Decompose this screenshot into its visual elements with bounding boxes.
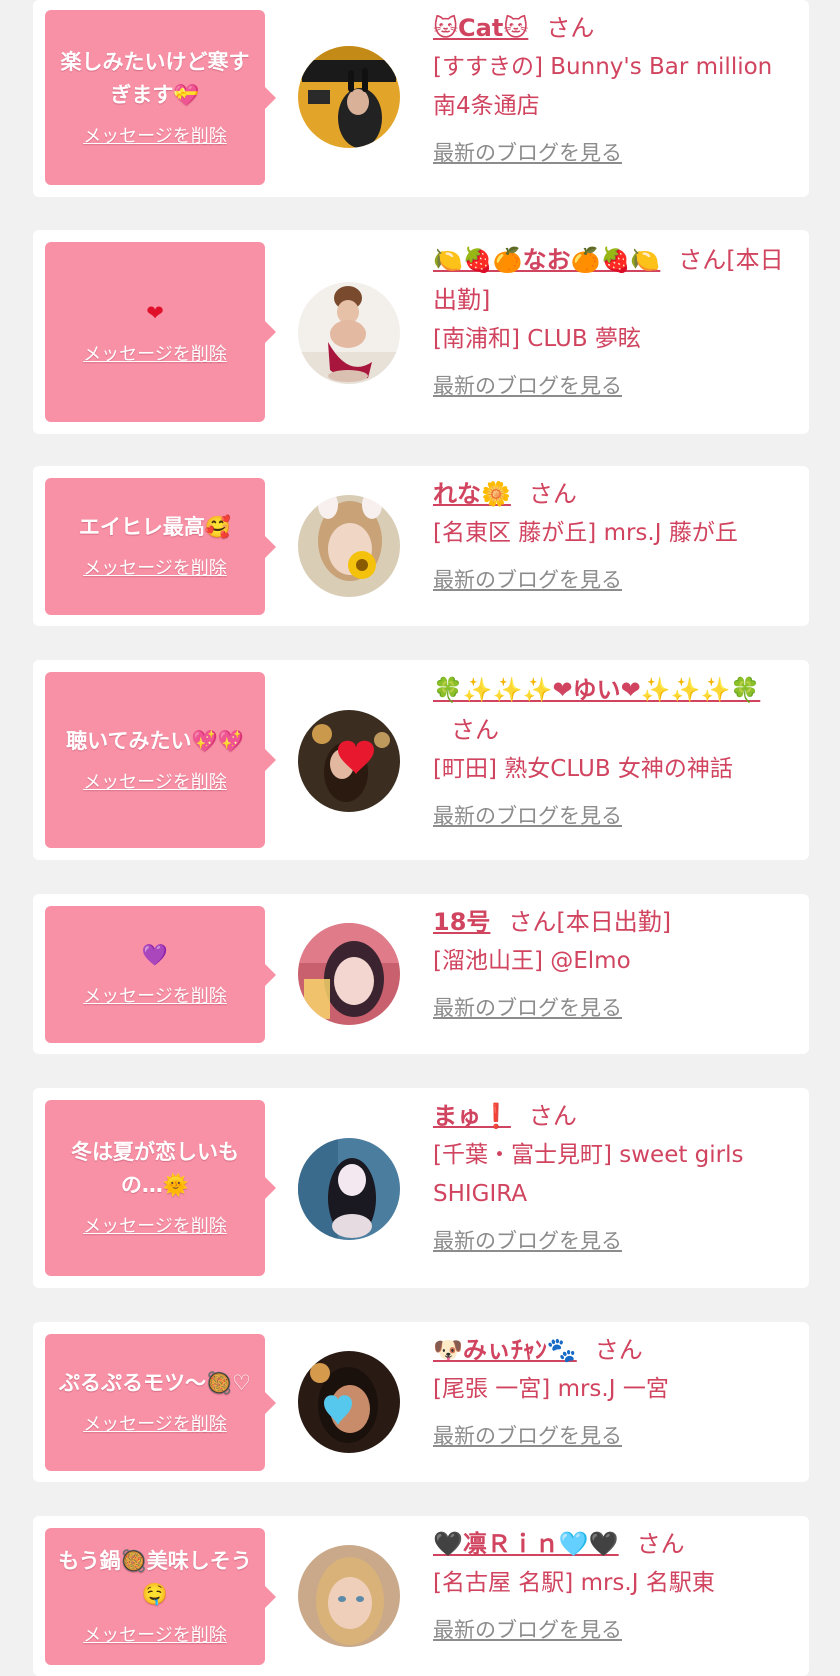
list-item: 冬は夏が恋しいもの…🌞 メッセージを削除 まゅ❗ さん [千葉・富士見町] swe… [33,1088,809,1288]
cast-name-line: 🖤凛Ｒｉｎ🩵🖤 さん [433,1524,799,1564]
cast-name-line: 🐱Cat🐱 さん [433,8,799,48]
cast-name-line: まゅ❗ さん [433,1096,799,1136]
avatar[interactable] [298,1545,400,1647]
latest-blog-link[interactable]: 最新のブログを見る [433,1421,622,1451]
cast-name-line: 🐶みぃﾁｬﾝ🐾 さん [433,1330,799,1370]
shop-name: [町田] 熟女CLUB 女神の神話 [433,756,733,782]
delete-message-link[interactable]: メッセージを削除 [83,342,227,368]
cast-name-link[interactable]: 🍀✨✨✨❤ゆい❤✨✨✨🍀 [433,676,760,704]
cast-name-link[interactable]: 🐱Cat🐱 [433,14,528,42]
latest-blog-link[interactable]: 最新のブログを見る [433,565,622,595]
shop-name: [溜池山王] @Elmo [433,948,631,974]
cast-suffix: さん [594,1336,643,1364]
cast-name-link[interactable]: れな🌼 [433,480,511,508]
message-list: 楽しみたいけど寒すぎます💝 メッセージを削除 🐱Cat🐱 さん [すすきの] Bu… [0,0,840,1676]
avatar[interactable] [298,46,400,148]
message-text: もう鍋🥘美味しそう🤤 [58,1548,252,1606]
latest-blog-link[interactable]: 最新のブログを見る [433,371,622,401]
shop-name: [千葉・富士見町] sweet girls SHIGIRA [433,1142,744,1207]
avatar[interactable] [298,710,400,812]
cast-suffix: さん [528,1102,577,1130]
latest-blog-link[interactable]: 最新のブログを見る [433,1226,622,1256]
latest-blog-link[interactable]: 最新のブログを見る [433,138,622,168]
message-text: 楽しみたいけど寒すぎます💝 [60,49,250,107]
cast-name-link[interactable]: 🖤凛Ｒｉｎ🩵🖤 [433,1530,619,1558]
avatar[interactable] [298,282,400,384]
cast-suffix: さん [546,14,595,42]
shop-name: [名古屋 名駅] mrs.J 名駅東 [433,1570,715,1596]
cast-suffix: さん [528,480,577,508]
avatar[interactable] [298,923,400,1025]
delete-message-link[interactable]: メッセージを削除 [83,1412,227,1438]
cast-name-line: 18号 さん[本日出勤] [433,902,799,942]
cast-info: 🍋🍓🍊なお🍊🍓🍋 さん[本日出勤] [南浦和] CLUB 夢眩 最新のブログを見る [433,240,799,401]
message-text: 聴いてみたい💖💖 [66,728,244,753]
latest-blog-link[interactable]: 最新のブログを見る [433,1615,622,1645]
avatar[interactable] [298,1351,400,1453]
list-item: ❤ メッセージを削除 🍋🍓🍊なお🍊🍓🍋 さん[本日出勤] [南浦和] CLUB 夢… [33,230,809,434]
cast-info: 18号 さん[本日出勤] [溜池山王] @Elmo 最新のブログを見る [433,902,799,1023]
delete-message-link[interactable]: メッセージを削除 [83,770,227,796]
shop-name: [すすきの] Bunny's Bar million 南4条通店 [433,54,773,119]
message-bubble: 聴いてみたい💖💖 メッセージを削除 [45,672,276,848]
message-bubble: ❤ メッセージを削除 [45,242,276,422]
cast-suffix: さん [636,1530,685,1558]
avatar[interactable] [298,495,400,597]
shop-name: [南浦和] CLUB 夢眩 [433,326,641,352]
message-bubble: もう鍋🥘美味しそう🤤 メッセージを削除 [45,1528,276,1665]
latest-blog-link[interactable]: 最新のブログを見る [433,801,622,831]
cast-info: 🖤凛Ｒｉｎ🩵🖤 さん [名古屋 名駅] mrs.J 名駅東 最新のブログを見る [433,1524,799,1645]
list-item: 聴いてみたい💖💖 メッセージを削除 🍀✨✨✨❤ゆい❤✨✨✨🍀 さん [町田] 熟女… [33,660,809,860]
message-text: 冬は夏が恋しいもの…🌞 [71,1140,239,1197]
delete-message-link[interactable]: メッセージを削除 [83,1214,227,1240]
cast-name-link[interactable]: まゅ❗ [433,1102,511,1130]
list-item: もう鍋🥘美味しそう🤤 メッセージを削除 🖤凛Ｒｉｎ🩵🖤 さん [名古屋 名駅] m… [33,1516,809,1676]
delete-message-link[interactable]: メッセージを削除 [83,124,227,150]
message-bubble: 冬は夏が恋しいもの…🌞 メッセージを削除 [45,1100,276,1276]
delete-message-link[interactable]: メッセージを削除 [83,556,227,582]
cast-info: 🍀✨✨✨❤ゆい❤✨✨✨🍀 さん [町田] 熟女CLUB 女神の神話 最新のブログを… [433,670,799,831]
delete-message-link[interactable]: メッセージを削除 [83,984,227,1010]
list-item: エイヒレ最高🥰 メッセージを削除 れな🌼 さん [名東区 藤が丘] mrs.J 藤… [33,466,809,626]
message-bubble: 楽しみたいけど寒すぎます💝 メッセージを削除 [45,10,276,185]
cast-info: 🐶みぃﾁｬﾝ🐾 さん [尾張 一宮] mrs.J 一宮 最新のブログを見る [433,1330,799,1451]
message-text: エイヒレ最高🥰 [78,515,232,539]
avatar[interactable] [298,1138,400,1240]
cast-name-line: 🍀✨✨✨❤ゆい❤✨✨✨🍀 さん [433,670,799,750]
cast-name-link[interactable]: 18号 [433,908,490,936]
cast-info: 🐱Cat🐱 さん [すすきの] Bunny's Bar million 南4条通店… [433,8,799,168]
cast-suffix: さん[本日出勤] [508,908,672,936]
list-item: 楽しみたいけど寒すぎます💝 メッセージを削除 🐱Cat🐱 さん [すすきの] Bu… [33,0,809,197]
cast-name-link[interactable]: 🍋🍓🍊なお🍊🍓🍋 [433,246,660,274]
message-bubble: ぷるぷるモツ〜🥘♡ メッセージを削除 [45,1334,276,1471]
message-text: ❤ [146,300,164,325]
message-text: 💜 [141,943,169,967]
shop-name: [尾張 一宮] mrs.J 一宮 [433,1376,669,1402]
cast-suffix: さん [451,716,499,744]
cast-info: れな🌼 さん [名東区 藤が丘] mrs.J 藤が丘 最新のブログを見る [433,474,799,595]
cast-name-link[interactable]: 🐶みぃﾁｬﾝ🐾 [433,1336,577,1364]
message-bubble: 💜 メッセージを削除 [45,906,276,1043]
delete-message-link[interactable]: メッセージを削除 [83,1623,227,1649]
message-bubble: エイヒレ最高🥰 メッセージを削除 [45,478,276,615]
cast-name-line: 🍋🍓🍊なお🍊🍓🍋 さん[本日出勤] [433,240,799,320]
list-item: ぷるぷるモツ〜🥘♡ メッセージを削除 🐶みぃﾁｬﾝ🐾 さん [尾張 一宮] mrs… [33,1322,809,1482]
latest-blog-link[interactable]: 最新のブログを見る [433,993,622,1023]
list-item: 💜 メッセージを削除 18号 さん[本日出勤] [溜池山王] @Elmo 最新のブ… [33,894,809,1054]
shop-name: [名東区 藤が丘] mrs.J 藤が丘 [433,520,738,546]
message-text: ぷるぷるモツ〜🥘♡ [59,1371,251,1395]
cast-name-line: れな🌼 さん [433,474,799,514]
cast-info: まゅ❗ さん [千葉・富士見町] sweet girls SHIGIRA 最新のブ… [433,1096,799,1256]
